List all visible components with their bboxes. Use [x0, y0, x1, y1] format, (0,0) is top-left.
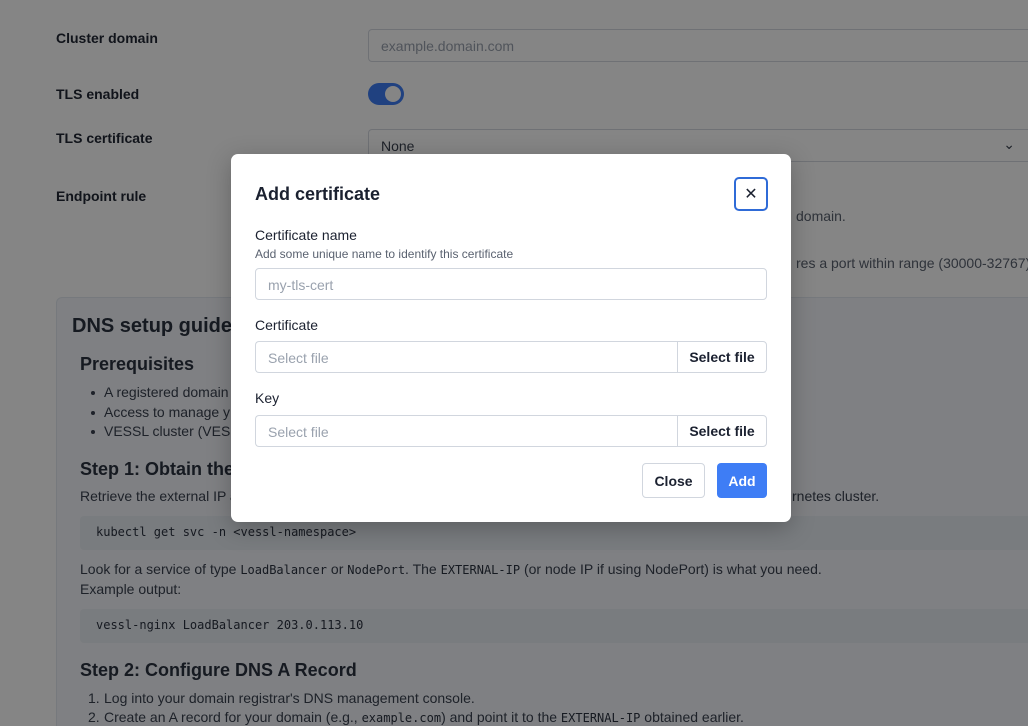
certificate-label: Certificate: [255, 317, 319, 333]
certificate-select-file-button[interactable]: Select file: [677, 341, 767, 373]
add-certificate-dialog: Add certificate ✕ Certificate name Add s…: [231, 154, 791, 522]
key-file-row: Select file Select file: [255, 415, 767, 447]
add-button[interactable]: Add: [717, 463, 767, 498]
certificate-file-input[interactable]: Select file: [255, 341, 678, 373]
key-file-input[interactable]: Select file: [255, 415, 678, 447]
certificate-name-help: Add some unique name to identify this ce…: [255, 247, 514, 261]
dialog-title: Add certificate: [255, 184, 381, 204]
certificate-file-row: Select file Select file: [255, 341, 767, 373]
certificate-name-label: Certificate name: [255, 227, 357, 243]
certificate-name-input[interactable]: my-tls-cert: [255, 268, 767, 300]
close-icon[interactable]: ✕: [734, 177, 768, 211]
key-label: Key: [255, 390, 280, 406]
key-select-file-button[interactable]: Select file: [677, 415, 767, 447]
close-button[interactable]: Close: [642, 463, 705, 498]
